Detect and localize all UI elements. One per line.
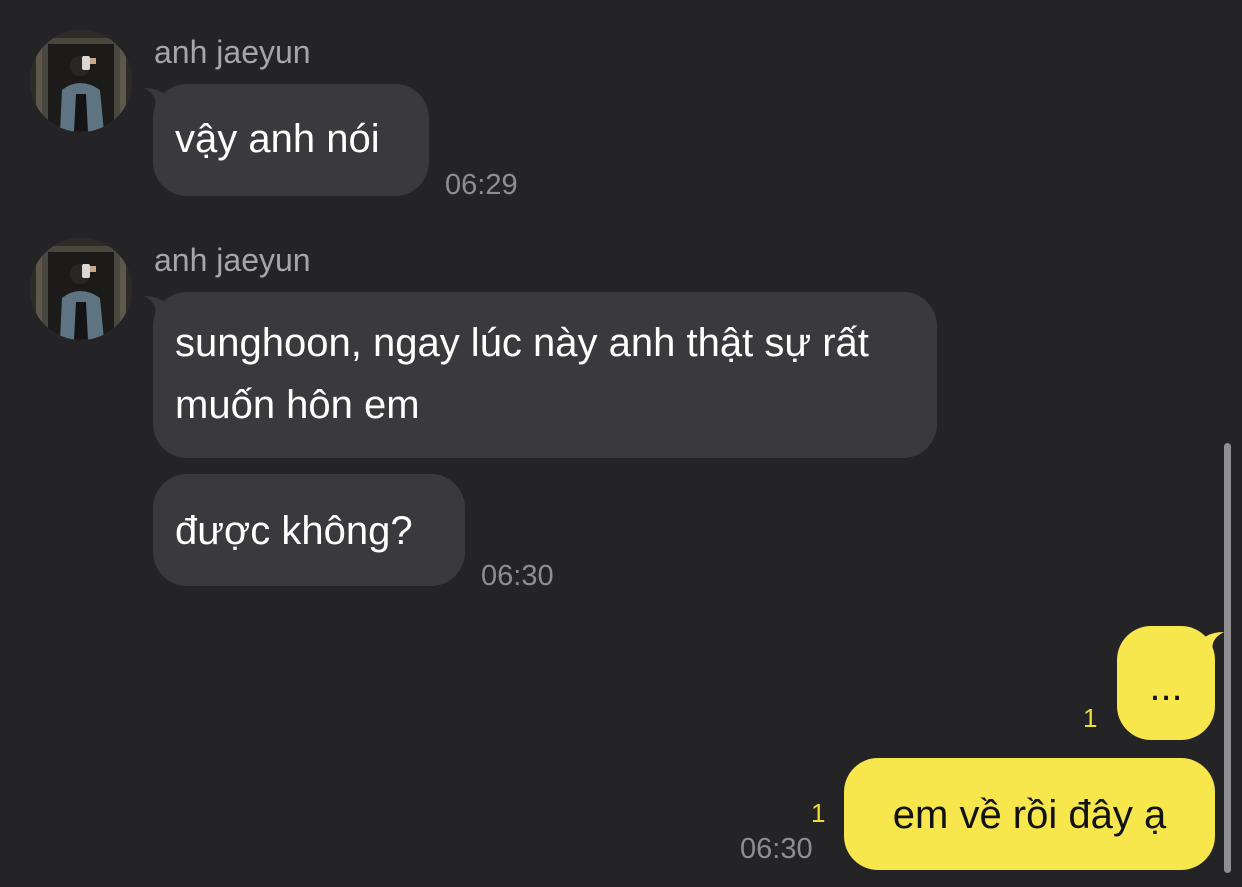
avatar[interactable] — [30, 238, 132, 340]
message-bubble[interactable]: sunghoon, ngay lúc này anh thật sự rất m… — [153, 292, 937, 458]
message-bubble[interactable]: ... — [1117, 626, 1215, 740]
message-time: 06:30 — [481, 560, 554, 592]
message-bubble[interactable]: vậy anh nói — [153, 84, 429, 196]
message-text: vậy anh nói — [175, 117, 380, 161]
message-time: 06:29 — [445, 169, 518, 201]
scrollbar[interactable] — [1224, 443, 1231, 873]
message-time: 06:30 — [740, 833, 813, 865]
unread-count: 1 — [811, 798, 826, 828]
sender-name: anh jaeyun — [154, 34, 311, 70]
message-bubble[interactable]: em về rồi đây ạ — [844, 758, 1215, 870]
message-text: em về rồi đây ạ — [892, 793, 1167, 837]
profile-photo-icon — [30, 30, 132, 132]
unread-count: 1 — [1083, 703, 1098, 733]
profile-photo-icon — [30, 238, 132, 340]
avatar[interactable] — [30, 30, 132, 132]
sender-name: anh jaeyun — [154, 242, 311, 278]
message-bubble[interactable]: được không? — [153, 474, 465, 586]
message-text: được không? — [175, 509, 413, 553]
message-text: ... — [1149, 665, 1183, 709]
message-text: sunghoon, ngay lúc này anh thật sự rất m… — [175, 321, 869, 427]
